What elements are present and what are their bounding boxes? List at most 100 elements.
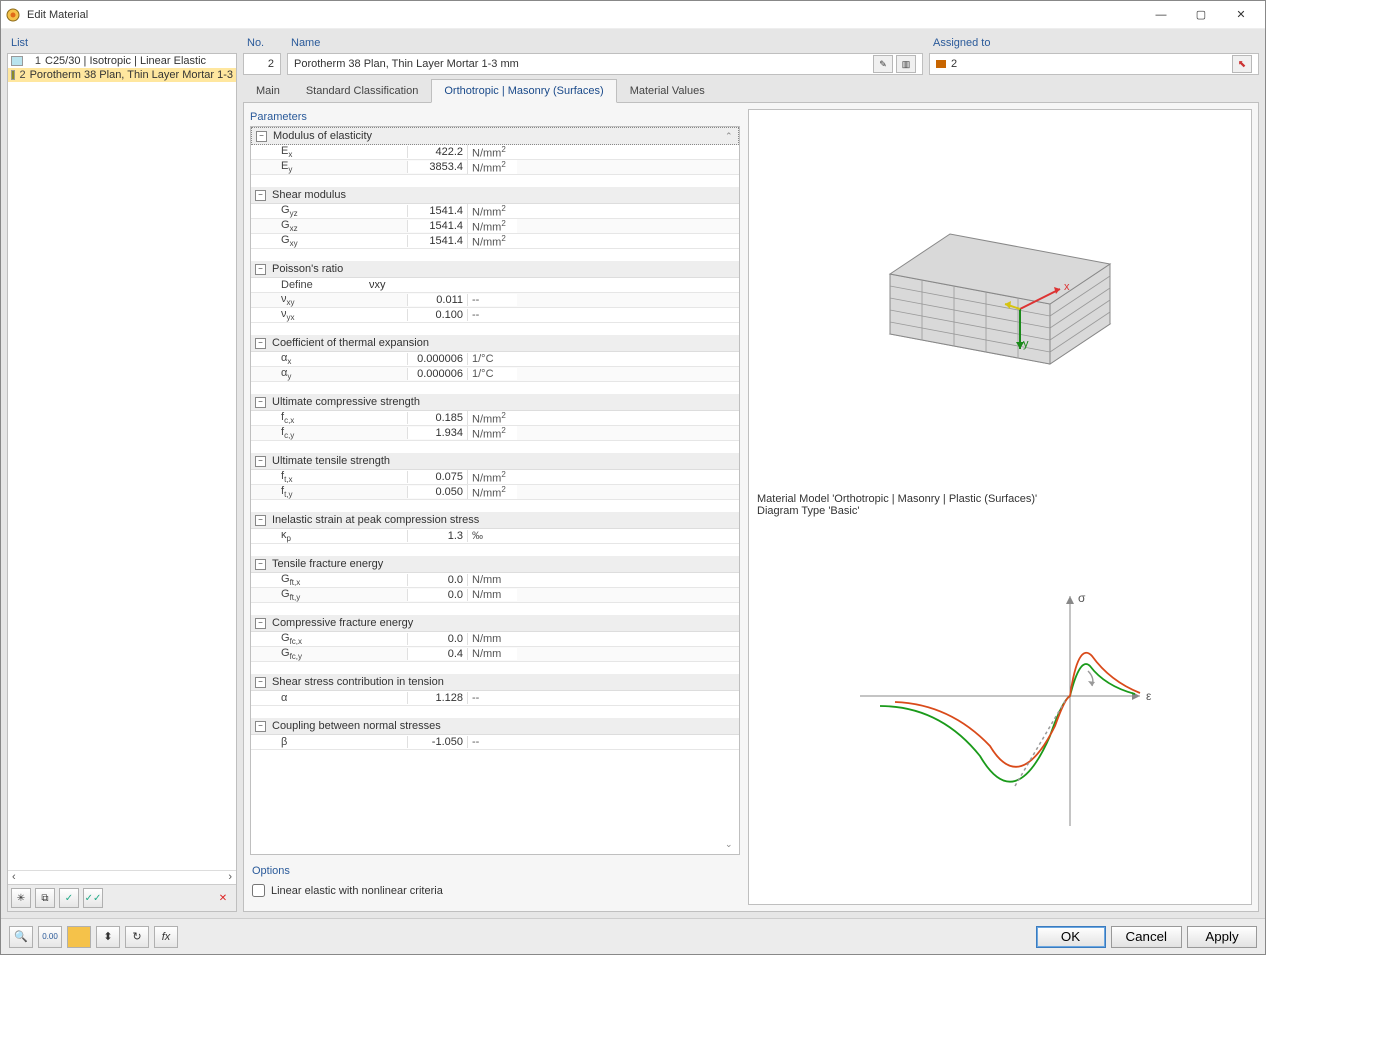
collapse-icon[interactable]: − bbox=[255, 515, 266, 526]
param-group-header[interactable]: −Ultimate tensile strength bbox=[251, 453, 739, 470]
delete-item-button[interactable]: ✕ bbox=[213, 888, 233, 908]
list-label: List bbox=[7, 35, 237, 53]
param-group-header[interactable]: −Coefficient of thermal expansion bbox=[251, 335, 739, 352]
collapse-icon[interactable]: − bbox=[255, 190, 266, 201]
param-row[interactable]: ft,x0.075N/mm2 bbox=[251, 470, 739, 485]
collapse-icon[interactable]: − bbox=[256, 131, 267, 142]
maximize-button[interactable]: ▢ bbox=[1181, 1, 1221, 29]
param-row[interactable]: Gxy1541.4N/mm2 bbox=[251, 234, 739, 249]
param-row[interactable]: fc,y1.934N/mm2 bbox=[251, 426, 739, 441]
minimize-button[interactable]: — bbox=[1141, 1, 1181, 29]
svg-text:y: y bbox=[1023, 338, 1029, 350]
param-value[interactable]: 422.2 bbox=[407, 146, 467, 158]
name-field[interactable]: Porotherm 38 Plan, Thin Layer Mortar 1-3… bbox=[294, 58, 870, 70]
tab-main[interactable]: Main bbox=[243, 79, 293, 102]
param-row[interactable]: α1.128-- bbox=[251, 691, 739, 706]
check-button[interactable]: ✓ bbox=[59, 888, 79, 908]
apply-button[interactable]: Apply bbox=[1187, 926, 1257, 948]
param-row[interactable]: νyx0.100-- bbox=[251, 308, 739, 323]
param-value[interactable]: 1541.4 bbox=[407, 205, 467, 217]
param-row[interactable]: αx0.0000061/°C bbox=[251, 352, 739, 367]
param-group-header[interactable]: −Shear stress contribution in tension bbox=[251, 674, 739, 691]
param-group-header[interactable]: −Ultimate compressive strength bbox=[251, 394, 739, 411]
function-button[interactable]: fx bbox=[154, 926, 178, 948]
collapse-icon[interactable]: − bbox=[255, 618, 266, 629]
param-value[interactable]: 1541.4 bbox=[407, 220, 467, 232]
param-row[interactable]: Gfc,y0.4N/mm bbox=[251, 647, 739, 662]
close-button[interactable]: ✕ bbox=[1221, 1, 1261, 29]
options-label: Options bbox=[252, 863, 738, 880]
app-icon bbox=[5, 7, 21, 23]
param-value[interactable]: 0.0 bbox=[407, 574, 467, 586]
collapse-icon[interactable]: − bbox=[255, 264, 266, 275]
param-row[interactable]: Ex422.2N/mm2 bbox=[251, 145, 739, 160]
tab-orthotropic-masonry-surfaces-[interactable]: Orthotropic | Masonry (Surfaces) bbox=[431, 79, 616, 103]
list-item[interactable]: 1C25/30 | Isotropic | Linear Elastic bbox=[8, 54, 236, 68]
param-value[interactable]: 0.185 bbox=[407, 412, 467, 424]
new-item-button[interactable]: ✳ bbox=[11, 888, 31, 908]
model-button[interactable]: ⬍ bbox=[96, 926, 120, 948]
ok-button[interactable]: OK bbox=[1036, 926, 1106, 948]
param-group-header[interactable]: −Poisson's ratio bbox=[251, 261, 739, 278]
param-row[interactable]: Ey3853.4N/mm2 bbox=[251, 160, 739, 175]
param-value[interactable]: 0.075 bbox=[407, 471, 467, 483]
library-button[interactable]: ▥ bbox=[896, 55, 916, 73]
collapse-icon[interactable]: − bbox=[255, 721, 266, 732]
param-row[interactable]: fc,x0.185N/mm2 bbox=[251, 411, 739, 426]
param-row[interactable]: Gft,x0.0N/mm bbox=[251, 573, 739, 588]
param-value[interactable]: 0.100 bbox=[407, 309, 467, 321]
param-value[interactable]: 1.128 bbox=[407, 692, 467, 704]
scroll-right-icon[interactable]: › bbox=[224, 871, 236, 884]
param-value[interactable]: 0.0 bbox=[407, 633, 467, 645]
param-row[interactable]: β-1.050-- bbox=[251, 735, 739, 750]
collapse-icon[interactable]: − bbox=[255, 338, 266, 349]
param-value[interactable]: 1.3 bbox=[407, 530, 467, 542]
assign-pick-button[interactable]: ⬉ bbox=[1232, 55, 1252, 73]
param-row[interactable]: Gxz1541.4N/mm2 bbox=[251, 219, 739, 234]
param-value[interactable]: 0.050 bbox=[407, 486, 467, 498]
help-button[interactable]: 🔍 bbox=[9, 926, 33, 948]
param-row[interactable]: ft,y0.050N/mm2 bbox=[251, 485, 739, 500]
preview-model-label: Material Model 'Orthotropic | Masonry | … bbox=[757, 493, 1243, 505]
param-value[interactable]: 0.000006 bbox=[407, 368, 467, 380]
copy-item-button[interactable]: ⧉ bbox=[35, 888, 55, 908]
param-row[interactable]: Gfc,x0.0N/mm bbox=[251, 632, 739, 647]
param-row[interactable]: Gft,y0.0N/mm bbox=[251, 588, 739, 603]
param-group-header[interactable]: −Coupling between normal stresses bbox=[251, 718, 739, 735]
param-value[interactable]: 1.934 bbox=[407, 427, 467, 439]
tab-material-values[interactable]: Material Values bbox=[617, 79, 718, 102]
tab-standard-classification[interactable]: Standard Classification bbox=[293, 79, 432, 102]
cancel-button[interactable]: Cancel bbox=[1111, 926, 1183, 948]
param-group-header[interactable]: −Tensile fracture energy bbox=[251, 556, 739, 573]
param-group-header[interactable]: −Compressive fracture energy bbox=[251, 615, 739, 632]
linear-elastic-checkbox[interactable]: Linear elastic with nonlinear criteria bbox=[252, 884, 738, 897]
no-field[interactable]: 2 bbox=[243, 53, 281, 75]
scroll-left-icon[interactable]: ‹ bbox=[8, 871, 20, 884]
check-all-button[interactable]: ✓✓ bbox=[83, 888, 103, 908]
assigned-field[interactable]: 2 bbox=[951, 58, 1232, 70]
param-group-header[interactable]: −Inelastic strain at peak compression st… bbox=[251, 512, 739, 529]
param-row[interactable]: κp1.3‰ bbox=[251, 529, 739, 544]
refresh-button[interactable]: ↻ bbox=[125, 926, 149, 948]
param-value[interactable]: 1541.4 bbox=[407, 235, 467, 247]
collapse-icon[interactable]: − bbox=[255, 677, 266, 688]
param-value[interactable]: 0.4 bbox=[407, 648, 467, 660]
collapse-icon[interactable]: − bbox=[255, 559, 266, 570]
param-value[interactable]: -1.050 bbox=[407, 736, 467, 748]
param-value[interactable]: 0.000006 bbox=[407, 353, 467, 365]
list-item[interactable]: 2Porotherm 38 Plan, Thin Layer Mortar 1-… bbox=[8, 68, 236, 82]
param-value[interactable]: 3853.4 bbox=[407, 161, 467, 173]
collapse-icon[interactable]: − bbox=[255, 456, 266, 467]
param-row[interactable]: αy0.0000061/°C bbox=[251, 367, 739, 382]
units-button[interactable]: 0.00 bbox=[38, 926, 62, 948]
param-row[interactable]: νxy0.011-- bbox=[251, 293, 739, 308]
param-value[interactable]: 0.011 bbox=[407, 294, 467, 306]
param-group-header[interactable]: −Modulus of elasticity bbox=[251, 127, 739, 145]
color-button[interactable] bbox=[67, 926, 91, 948]
param-row[interactable]: Gyz1541.4N/mm2 bbox=[251, 204, 739, 219]
param-group-header[interactable]: −Shear modulus bbox=[251, 187, 739, 204]
param-value[interactable]: 0.0 bbox=[407, 589, 467, 601]
edit-name-button[interactable]: ✎ bbox=[873, 55, 893, 73]
collapse-icon[interactable]: − bbox=[255, 397, 266, 408]
param-row[interactable]: Defineνxy bbox=[251, 278, 739, 293]
